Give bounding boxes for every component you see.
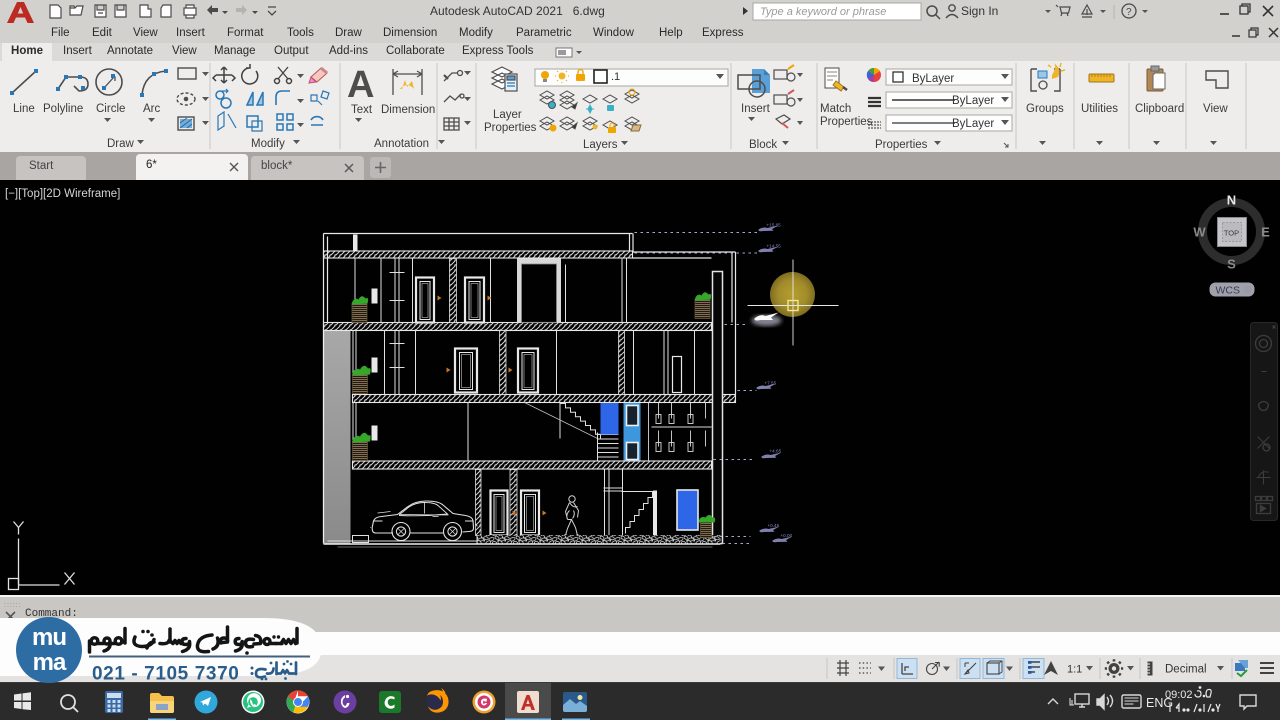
svg-text:Utilities: Utilities <box>1081 103 1118 115</box>
svg-text:Text: Text <box>351 104 373 116</box>
svg-text:?: ? <box>1126 7 1132 18</box>
svg-text:Block: Block <box>749 139 777 151</box>
svg-text:Properties: Properties <box>875 139 928 151</box>
svg-text:ByLayer: ByLayer <box>912 73 954 85</box>
svg-text:Type a keyword or phrase: Type a keyword or phrase <box>760 6 886 18</box>
svg-text:Circle: Circle <box>96 103 125 115</box>
svg-text:Clipboard: Clipboard <box>1135 103 1184 115</box>
svg-text:Layer: Layer <box>493 109 522 121</box>
svg-text:ma: ma <box>33 649 67 676</box>
svg-text:+14.55: +14.55 <box>767 244 782 249</box>
svg-text:N: N <box>1227 193 1236 208</box>
svg-text:ByLayer: ByLayer <box>952 95 994 107</box>
svg-text:+15.65: +15.65 <box>767 223 782 228</box>
svg-text:.1: .1 <box>611 71 620 83</box>
svg-text:Arc: Arc <box>143 103 161 115</box>
svg-text:+0.00: +0.00 <box>781 533 793 538</box>
svg-text:Polyline: Polyline <box>43 103 83 115</box>
svg-text:mu: mu <box>32 624 66 651</box>
svg-text:Sign In: Sign In <box>961 4 998 18</box>
svg-text:Line: Line <box>13 103 35 115</box>
svg-text:TOP: TOP <box>1224 229 1239 238</box>
svg-text:Draw: Draw <box>107 138 135 150</box>
svg-text:+7.55: +7.55 <box>765 381 777 386</box>
svg-text:09:02: 09:02 <box>1165 689 1193 701</box>
svg-text:View: View <box>1203 103 1228 115</box>
svg-text:A: A <box>347 64 374 106</box>
svg-text:+0.45: +0.45 <box>768 523 780 528</box>
svg-text:Layers: Layers <box>583 139 618 151</box>
svg-text:W: W <box>1193 225 1206 240</box>
svg-text:Properties: Properties <box>820 116 873 128</box>
svg-text:E: E <box>1261 225 1270 240</box>
svg-text:ByLayer: ByLayer <box>952 118 994 130</box>
svg-text:Dimension: Dimension <box>381 104 435 116</box>
svg-text:021 - 7105 7370: 021 - 7105 7370 <box>92 664 239 685</box>
svg-text:Insert: Insert <box>741 103 771 115</box>
svg-text:Annotation: Annotation <box>374 138 429 150</box>
svg-text:Properties: Properties <box>484 122 537 134</box>
svg-text:1:1: 1:1 <box>1067 664 1082 676</box>
svg-text:+4.65: +4.65 <box>770 449 782 454</box>
svg-text:Decimal: Decimal <box>1165 664 1207 676</box>
svg-text:Modify: Modify <box>251 138 285 150</box>
svg-text:Match: Match <box>820 103 851 115</box>
svg-text:Groups: Groups <box>1026 103 1064 115</box>
svg-text:S: S <box>1227 257 1236 272</box>
svg-text:WCS: WCS <box>1216 285 1241 297</box>
